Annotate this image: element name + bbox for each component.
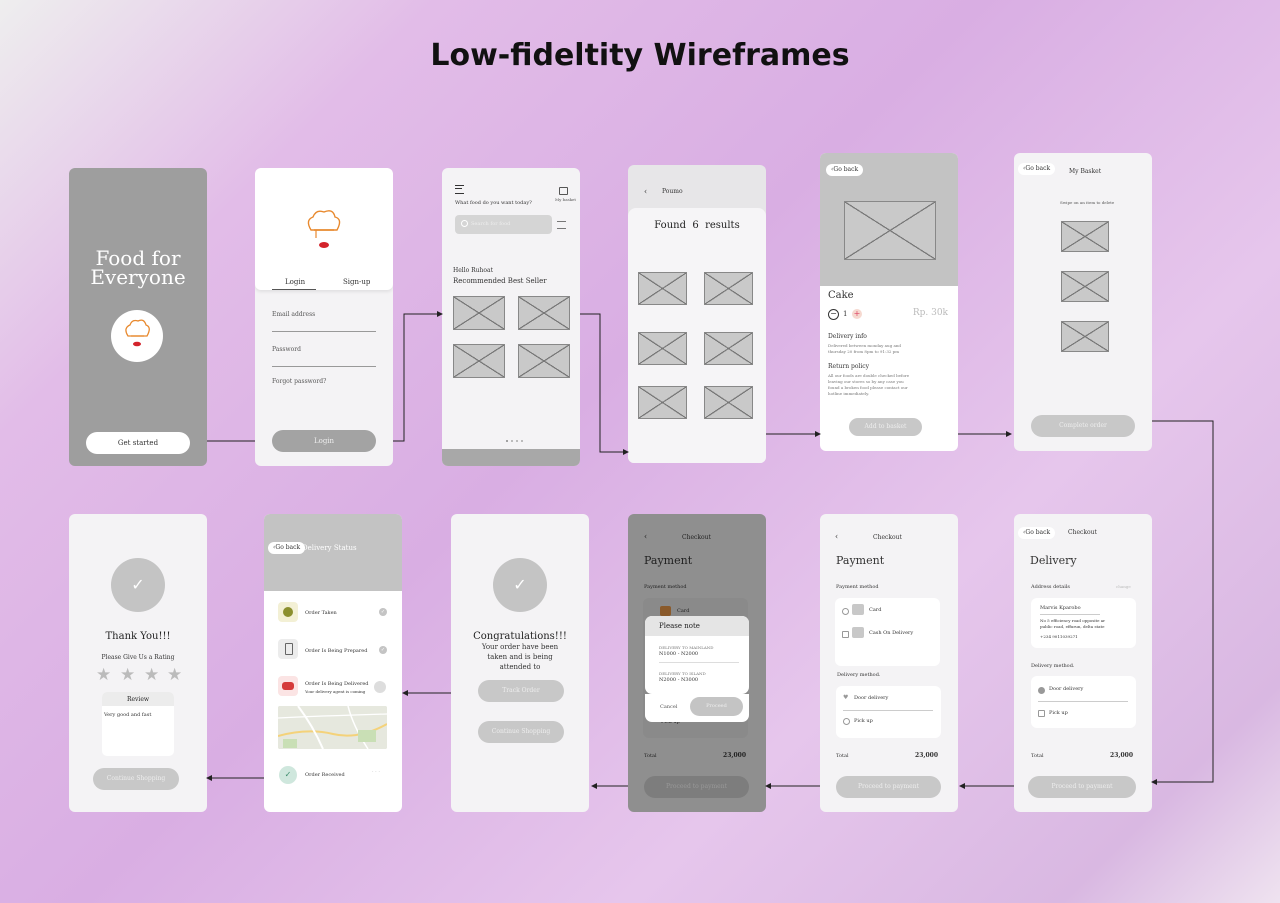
- flow-arrow: [393, 311, 443, 442]
- flow-arrow: [580, 313, 629, 455]
- flow-arrows: [206, 311, 1214, 789]
- flow-arrow: [1151, 420, 1214, 785]
